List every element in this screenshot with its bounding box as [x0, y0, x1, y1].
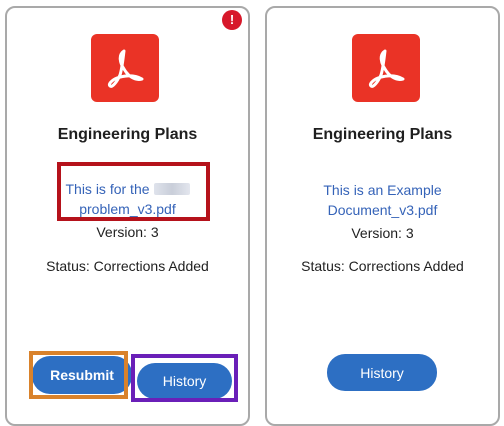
history-button[interactable]: History	[137, 363, 232, 399]
history-button[interactable]: History	[327, 354, 437, 391]
highlight-box-file	[57, 162, 210, 221]
version-text: Version: 3	[96, 224, 159, 240]
status-text: Status: Corrections Added	[301, 258, 464, 274]
file-link[interactable]: This is an Example Document_v3.pdf	[267, 180, 498, 220]
file-name-line-2: Document_v3.pdf	[327, 202, 438, 218]
version-text: Version: 3	[351, 225, 414, 241]
pdf-icon	[91, 34, 159, 102]
document-card-2: Engineering Plans This is an Example Doc…	[265, 6, 500, 426]
card-title: Engineering Plans	[57, 126, 198, 143]
alert-icon: !	[222, 10, 242, 30]
card-title: Engineering Plans	[312, 126, 453, 143]
status-text: Status: Corrections Added	[46, 258, 209, 274]
pdf-icon	[352, 34, 420, 102]
resubmit-button[interactable]: Resubmit	[32, 356, 132, 394]
document-card-1: ! Engineering Plans This is for the prob…	[5, 6, 250, 426]
file-name-line-1: This is an Example	[323, 182, 442, 198]
